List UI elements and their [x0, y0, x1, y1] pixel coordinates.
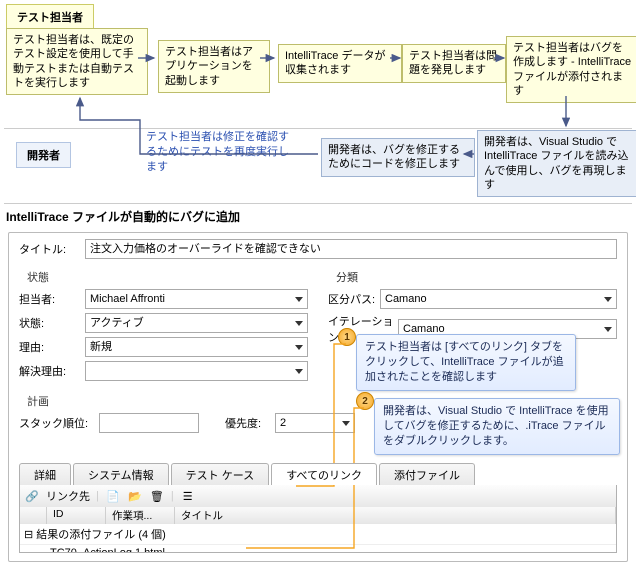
grid-body: ⊟ 結果の添付ファイル (4 個) TC70_ActionLog.1.html …: [19, 524, 617, 553]
new-icon[interactable]: 📄: [105, 488, 121, 504]
class-group-title: 分類: [328, 269, 617, 285]
status-combo[interactable]: アクティブ: [85, 313, 308, 333]
callout-2: 開発者は、Visual Studio で IntelliTrace を使用してバ…: [374, 398, 620, 455]
stack-input[interactable]: [99, 413, 199, 433]
grid-header: ID 作業項... タイトル: [19, 507, 617, 525]
title-input[interactable]: 注文入力価格のオーバーライドを確認できない: [85, 239, 617, 259]
area-label: 区分パス:: [328, 291, 380, 307]
reason-combo[interactable]: 新規: [85, 337, 308, 357]
area-combo[interactable]: Camano: [380, 289, 617, 309]
tab-details[interactable]: 詳細: [19, 463, 71, 485]
links-toolbar: 🔗 リンク先 | 📄 📂 🗑 | ☰: [19, 485, 617, 508]
grid-col-title[interactable]: タイトル: [175, 507, 616, 524]
divider-bottom: [4, 203, 632, 204]
assigned-combo[interactable]: Michael Affronti: [85, 289, 308, 309]
bug-form-panel: タイトル: 注文入力価格のオーバーライドを確認できない 状態 担当者: Mich…: [8, 232, 628, 562]
tab-attachments[interactable]: 添付ファイル: [379, 463, 475, 485]
title-label: タイトル:: [19, 241, 85, 257]
state-group-title: 状態: [19, 269, 308, 285]
links-tabstrip: 詳細 システム情報 テスト ケース すべてのリンク 添付ファイル: [19, 463, 617, 486]
open-icon[interactable]: 📂: [127, 488, 143, 504]
link-icon[interactable]: 🔗: [24, 488, 40, 504]
callout-1: テスト担当者は [すべてのリンク] タブをクリックして、IntelliTrace…: [356, 334, 576, 391]
resolved-label: 解決理由:: [19, 363, 85, 379]
status-label: 状態:: [19, 315, 85, 331]
columns-icon[interactable]: ☰: [180, 488, 196, 504]
tab-system-info[interactable]: システム情報: [73, 463, 169, 485]
assigned-label: 担当者:: [19, 291, 85, 307]
tab-test-case[interactable]: テスト ケース: [171, 463, 270, 485]
delete-icon[interactable]: 🗑: [149, 488, 165, 504]
grid-group-attachments[interactable]: ⊟ 結果の添付ファイル (4 個): [20, 524, 616, 545]
grid-col-id[interactable]: ID: [47, 507, 106, 524]
badge-2: 2: [356, 392, 374, 410]
resolved-combo[interactable]: [85, 361, 308, 381]
stack-label: スタック順位:: [19, 415, 99, 431]
flow-arrows: [0, 0, 636, 200]
grid-col-workitem[interactable]: 作業項...: [106, 507, 175, 524]
priority-combo[interactable]: 2: [275, 413, 355, 433]
badge-1: 1: [338, 328, 356, 346]
priority-label: 優先度:: [225, 415, 275, 431]
section-title: IntelliTrace ファイルが自動的にバグに追加: [6, 208, 240, 225]
reason-label: 理由:: [19, 339, 85, 355]
tab-all-links[interactable]: すべてのリンク: [271, 463, 377, 485]
grid-row-actionlog[interactable]: TC70_ActionLog.1.html: [20, 545, 616, 553]
linkto-label: リンク先: [46, 488, 90, 504]
